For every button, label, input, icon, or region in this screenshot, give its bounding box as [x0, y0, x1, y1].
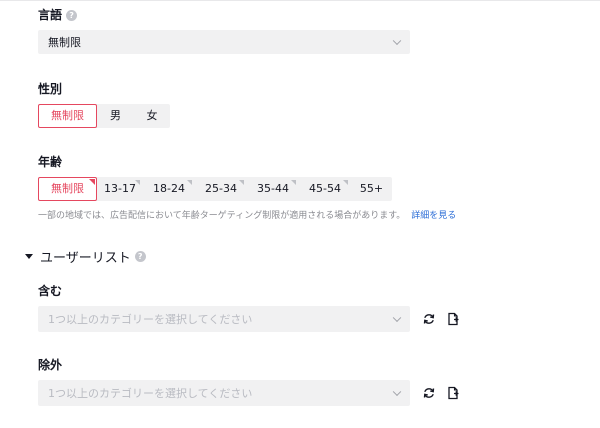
gender-label: 性別: [38, 82, 63, 96]
language-select-value: 無制限: [48, 36, 81, 49]
exclude-label: 除外: [38, 358, 63, 372]
gender-segmented-control: 無制限 男 女: [38, 104, 170, 128]
age-restriction-note: 一部の地域では、広告配信において年齢ターゲティング制限が適用される場合があります…: [38, 211, 457, 221]
age-segmented-control: 無制限 13-17 18-24 25-34 35-44 45-54 55+: [38, 177, 392, 201]
gender-option-unlimited[interactable]: 無制限: [38, 104, 97, 128]
user-list-title: ユーザーリスト: [40, 251, 131, 266]
age-option-25-34[interactable]: 25-34: [195, 177, 247, 201]
chevron-down-icon: [392, 313, 402, 323]
help-icon[interactable]: ?: [134, 251, 146, 262]
user-list-section-toggle[interactable]: ユーザーリスト?: [25, 247, 146, 266]
age-option-45-54[interactable]: 45-54: [299, 177, 351, 201]
include-placeholder: 1つ以上のカテゴリーを選択してください: [48, 313, 253, 326]
refresh-icon[interactable]: [422, 312, 436, 326]
help-icon[interactable]: ?: [66, 10, 78, 21]
edit-file-icon[interactable]: [446, 386, 460, 400]
top-divider: [0, 0, 600, 1]
age-option-unlimited[interactable]: 無制限: [38, 177, 97, 201]
exclude-placeholder: 1つ以上のカテゴリーを選択してください: [48, 387, 253, 400]
age-option-55-plus[interactable]: 55+: [351, 177, 392, 201]
gender-option-male[interactable]: 男: [97, 104, 134, 128]
refresh-icon[interactable]: [422, 386, 436, 400]
caret-down-icon: [25, 254, 33, 259]
age-option-18-24[interactable]: 18-24: [143, 177, 195, 201]
age-option-35-44[interactable]: 35-44: [247, 177, 299, 201]
language-label: 言語?: [38, 8, 78, 22]
gender-option-female[interactable]: 女: [134, 104, 170, 128]
age-label: 年齢: [38, 155, 63, 169]
age-option-13-17[interactable]: 13-17: [97, 177, 143, 201]
include-category-select[interactable]: 1つ以上のカテゴリーを選択してください: [38, 306, 410, 332]
include-label: 含む: [38, 284, 63, 298]
chevron-down-icon: [392, 387, 402, 397]
exclude-category-select[interactable]: 1つ以上のカテゴリーを選択してください: [38, 380, 410, 406]
learn-more-link[interactable]: 詳細を見る: [411, 211, 456, 221]
chevron-down-icon: [392, 36, 402, 46]
edit-file-icon[interactable]: [446, 312, 460, 326]
language-select[interactable]: 無制限: [38, 30, 410, 54]
